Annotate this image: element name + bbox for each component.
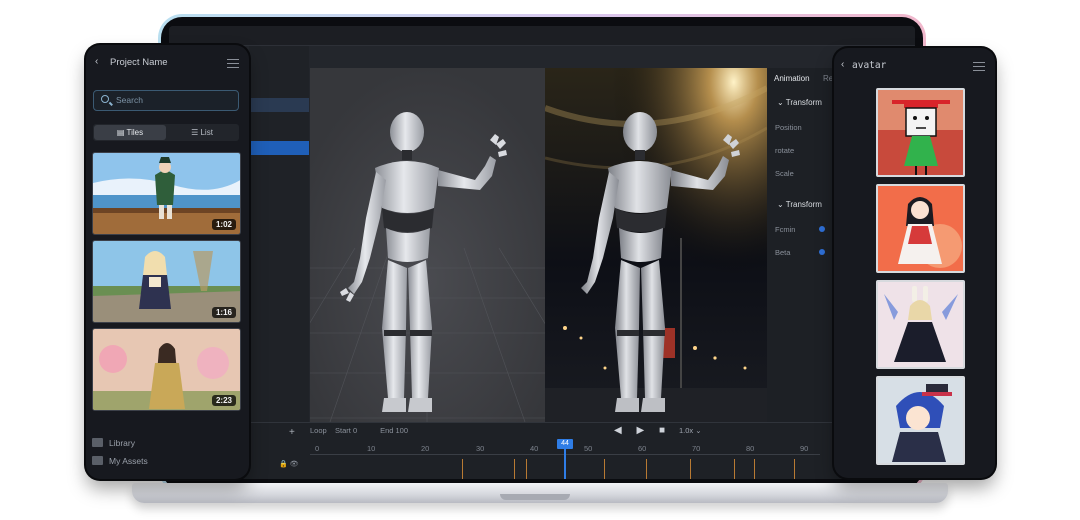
avatar-1-image xyxy=(878,90,963,175)
left-phone-header: ‹ Project Name xyxy=(86,45,249,79)
editor-topbar xyxy=(169,26,915,46)
video-thumbnail-1[interactable]: 1:02 xyxy=(92,152,241,235)
ruler-tick: 30 xyxy=(476,444,485,453)
menu-icon[interactable] xyxy=(973,62,985,71)
ruler-tick: 10 xyxy=(367,444,376,453)
avatar-item-1[interactable] xyxy=(876,88,965,177)
view-toggle: ▤ Tiles ☰ List xyxy=(93,124,239,141)
add-track-button[interactable]: + xyxy=(289,427,295,438)
laptop-frame: Animation Re ⌄ Transform Position rotate… xyxy=(158,14,926,492)
ruler-tick: 50 xyxy=(584,444,593,453)
nav-my-assets-label: My Assets xyxy=(109,456,148,466)
left-phone: ‹ Project Name Search ▤ Tiles ☰ List 1:0… xyxy=(86,45,249,479)
ruler-tick: 60 xyxy=(638,444,647,453)
video-duration: 1:16 xyxy=(211,307,236,318)
viewport-3d[interactable] xyxy=(310,68,545,422)
transform-section-1-label: Transform xyxy=(785,98,822,107)
timeline-panel: + Loop Start 0 End 100 ◀ ▶ ■ 1.0x ⌄ 0 10… xyxy=(169,422,915,479)
playhead[interactable]: 44 xyxy=(557,439,573,449)
keyframe-track[interactable] xyxy=(454,459,814,479)
nav-library[interactable]: Library xyxy=(92,438,135,448)
end-label: End xyxy=(380,426,394,435)
ruler-tick: 70 xyxy=(692,444,701,453)
playback-controls[interactable]: ◀ ▶ ■ xyxy=(614,425,671,436)
track-visibility-icons[interactable]: 🔒 👁 xyxy=(279,459,299,471)
avatar-3-image xyxy=(878,282,963,367)
nav-my-assets[interactable]: My Assets xyxy=(92,456,148,466)
robot-model-viewport xyxy=(310,68,545,422)
avatar-item-3[interactable] xyxy=(876,280,965,369)
search-icon xyxy=(101,95,109,103)
keyframe[interactable] xyxy=(526,459,527,479)
rotate-label: rotate xyxy=(775,146,795,155)
video-thumbnail-3[interactable]: 2:23 xyxy=(92,328,241,411)
end-value[interactable]: 100 xyxy=(396,426,409,435)
project-title: Project Name xyxy=(110,57,168,68)
avatar-item-2[interactable] xyxy=(876,184,965,273)
right-phone-header: ‹ avatar xyxy=(834,48,995,82)
tiles-view-button[interactable]: ▤ Tiles xyxy=(94,125,166,140)
menu-icon[interactable] xyxy=(227,59,239,68)
start-value[interactable]: 0 xyxy=(353,426,357,435)
tab-other[interactable]: Re xyxy=(823,74,833,83)
video-duration: 2:23 xyxy=(211,395,236,406)
tiles-view-label: Tiles xyxy=(126,128,144,137)
ruler-tick: 0 xyxy=(315,444,320,453)
list-view-button[interactable]: ☰ List xyxy=(166,125,238,140)
laptop-bezel: Animation Re ⌄ Transform Position rotate… xyxy=(161,17,923,489)
tab-animation[interactable]: Animation xyxy=(774,74,810,83)
avatar-2-image xyxy=(878,186,963,271)
viewport-composite[interactable] xyxy=(545,68,767,422)
search-input[interactable]: Search xyxy=(93,90,239,111)
keyframe[interactable] xyxy=(604,459,605,479)
nav-library-label: Library xyxy=(109,438,135,448)
scene-outline-panel xyxy=(249,46,309,426)
keyframe[interactable] xyxy=(462,459,463,479)
list-view-label: List xyxy=(200,128,213,137)
beta-value-dot[interactable] xyxy=(819,249,825,255)
editor-screen: Animation Re ⌄ Transform Position rotate… xyxy=(169,26,915,479)
position-label: Position xyxy=(775,123,802,132)
back-chevron-icon[interactable]: ‹ xyxy=(841,59,844,70)
ruler-tick: 40 xyxy=(530,444,539,453)
avatar-4-image xyxy=(878,378,963,463)
transform-section-2-label: Transform xyxy=(785,200,822,209)
keyframe[interactable] xyxy=(794,459,795,479)
avatar-title: avatar xyxy=(852,60,887,71)
ruler-tick: 20 xyxy=(421,444,430,453)
ruler-tick: 90 xyxy=(800,444,809,453)
avatar-item-4[interactable] xyxy=(876,376,965,465)
beta-label: Beta xyxy=(775,248,791,257)
timeline-range-controls: Loop Start 0 End 100 xyxy=(310,426,408,435)
fcmin-label: Fcmin xyxy=(775,225,796,234)
laptop-base xyxy=(132,483,948,503)
video-thumbnail-2[interactable]: 1:16 xyxy=(92,240,241,323)
playback-speed-select[interactable]: 1.0x ⌄ xyxy=(679,426,702,435)
keyframe[interactable] xyxy=(754,459,755,479)
right-phone: ‹ avatar xyxy=(834,48,995,478)
back-chevron-icon[interactable]: ‹ xyxy=(95,56,98,67)
start-label: Start xyxy=(335,426,351,435)
my-assets-icon xyxy=(92,456,103,465)
keyframe[interactable] xyxy=(734,459,735,479)
search-placeholder: Search xyxy=(116,95,143,105)
keyframe[interactable] xyxy=(514,459,515,479)
laptop-notch xyxy=(500,494,570,500)
properties-panel: Animation Re ⌄ Transform Position rotate… xyxy=(767,68,842,422)
fcmin-value-dot[interactable] xyxy=(819,226,825,232)
outline-row-selected[interactable] xyxy=(249,141,309,155)
composited-scene xyxy=(545,68,767,422)
transform-section-2[interactable]: ⌄ Transform xyxy=(777,200,822,209)
keyframe[interactable] xyxy=(646,459,647,479)
transform-section-1[interactable]: ⌄ Transform xyxy=(777,98,822,107)
video-duration: 1:02 xyxy=(211,219,236,230)
scale-label: Scale xyxy=(775,169,794,178)
loop-toggle[interactable]: Loop xyxy=(310,426,327,435)
library-icon xyxy=(92,438,103,447)
keyframe[interactable] xyxy=(690,459,691,479)
outline-row[interactable] xyxy=(249,98,309,112)
ruler-tick: 80 xyxy=(746,444,755,453)
